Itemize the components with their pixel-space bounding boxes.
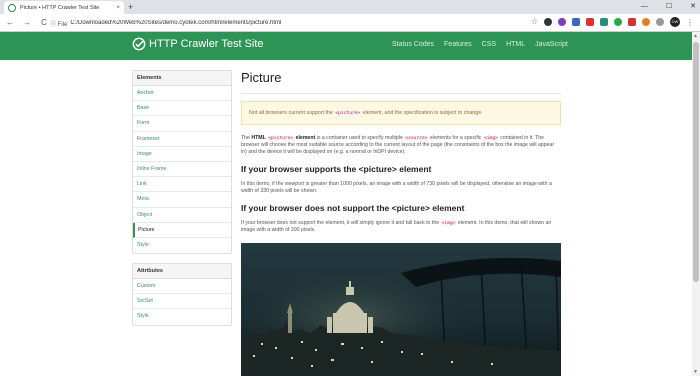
browser-tab[interactable]: Picture • HTTP Crawler Test Site × (4, 1, 124, 14)
extension-3-icon[interactable] (572, 18, 580, 26)
no-support-paragraph: If your browser does not support the ele… (241, 220, 561, 234)
extension-4-icon[interactable] (586, 18, 594, 26)
site-header: HTTP Crawler Test Site Status Codes Feat… (0, 32, 692, 60)
extension-icons: ☆ CW ⋮ (531, 17, 694, 27)
elements-heading: Elements (133, 71, 231, 86)
window-controls: — ☐ ✕ (641, 1, 696, 12)
alert-code: <picture> (334, 111, 362, 116)
intro-text-3: elements for a specific (428, 135, 483, 141)
sidebar-item-custom[interactable]: Custom (133, 279, 231, 295)
sidebar-item-inline-frame[interactable]: Inline Frame (133, 162, 231, 178)
maximize-icon[interactable]: ☐ (666, 1, 672, 12)
sidebar-item-image[interactable]: Image (133, 147, 231, 162)
nav-css[interactable]: CSS (482, 41, 496, 48)
sidebar-item-srcset[interactable]: SrcSet (133, 294, 231, 310)
warning-alert: Not all browsers current support the <pi… (241, 101, 561, 125)
supports-paragraph: In this demo, if the viewport is greater… (241, 180, 552, 194)
sidebar-item-base[interactable]: Base (133, 101, 231, 117)
scroll-down-icon[interactable]: ▼ (693, 369, 698, 375)
elements-panel: Elements Anchor Base Form Frameset Image… (132, 70, 232, 255)
address-bar[interactable]: ⓘ File C:/Downloaded%20Web%20Sites/demo.… (50, 16, 510, 30)
nav-features[interactable]: Features (444, 41, 472, 48)
nav-status-codes[interactable]: Status Codes (392, 41, 434, 48)
no-support-text-before: If your browser does not support the ele… (241, 220, 441, 227)
tab-title: Picture • HTTP Crawler Test Site (20, 4, 100, 11)
forward-icon[interactable]: → (20, 18, 34, 27)
browser-tab-strip: Picture • HTTP Crawler Test Site × + — ☐… (0, 0, 700, 14)
cityscape-photo (241, 243, 561, 376)
sidebar-item-meta[interactable]: Meta (133, 192, 231, 208)
sidebar-item-link[interactable]: Link (133, 177, 231, 193)
url-text[interactable]: C:/Downloaded%20Web%20Sites/demo.cyotek.… (70, 20, 281, 26)
intro-bold-element: element (295, 135, 316, 141)
extension-6-icon[interactable] (614, 18, 622, 26)
sidebar-item-frameset[interactable]: Frameset (133, 132, 231, 147)
picture-image (241, 243, 561, 376)
menu-icon[interactable]: ⋮ (686, 18, 694, 27)
sidebar-item-object[interactable]: Object (133, 208, 231, 223)
page-title: Picture (241, 70, 282, 85)
extension-9-icon[interactable] (656, 18, 664, 26)
intro-code-source: <source> (404, 136, 429, 141)
no-support-code: <img> (440, 221, 457, 227)
extension-8-icon[interactable] (642, 18, 650, 26)
back-icon[interactable]: ← (3, 18, 17, 27)
extension-1-icon[interactable] (544, 18, 552, 26)
title-divider (241, 93, 561, 94)
bookmark-star-icon[interactable]: ☆ (531, 18, 538, 26)
sidebar-item-picture[interactable]: Picture (133, 222, 231, 238)
nav-html[interactable]: HTML (506, 41, 525, 48)
site-favicon-icon (8, 3, 16, 12)
site-nav: Status Codes Features CSS HTML JavaScrip… (392, 41, 568, 48)
nav-javascript[interactable]: JavaScript (535, 41, 568, 48)
attributes-heading: Attributes (133, 264, 231, 280)
intro-code-picture: <picture> (267, 136, 295, 141)
intro-paragraph: The HTML <picture> element is a containe… (241, 135, 561, 157)
alert-text-after: element, and the specification is subjec… (361, 110, 483, 116)
sidebar: Elements Anchor Base Form Frameset Image… (132, 70, 232, 335)
sidebar-item-anchor[interactable]: Anchor (133, 86, 231, 102)
sidebar-item-style[interactable]: Style (133, 238, 231, 253)
intro-text-2: is a container used to specify multiple (315, 135, 405, 141)
heading-no-support: If your browser does not support the <pi… (241, 203, 465, 214)
browser-toolbar: ← → C ⓘ File C:/Downloaded%20Web%20Sites… (0, 14, 700, 32)
intro-bold-html: HTML (251, 135, 266, 141)
page-scrollbar[interactable]: ▲ ▼ (692, 32, 700, 376)
alert-text-before: Not all browsers current support the (249, 110, 335, 116)
file-label: ⓘ File (50, 21, 68, 28)
scrollbar-thumb[interactable] (693, 42, 699, 282)
extension-2-icon[interactable] (558, 18, 566, 26)
check-circle-icon (132, 37, 146, 51)
site-brand[interactable]: HTTP Crawler Test Site (132, 37, 264, 51)
minimize-icon[interactable]: — (641, 1, 648, 12)
reload-icon[interactable]: C (37, 18, 51, 27)
heading-supports: If your browser supports the <picture> e… (241, 163, 432, 174)
main-content: Picture Not all browsers current support… (241, 70, 561, 234)
extension-5-icon[interactable] (600, 18, 608, 26)
tab-close-icon[interactable]: × (116, 5, 120, 11)
brand-title: HTTP Crawler Test Site (149, 38, 264, 50)
scroll-up-icon[interactable]: ▲ (693, 33, 698, 39)
new-tab-button[interactable]: + (128, 2, 133, 12)
sidebar-item-style-attr[interactable]: Style (133, 309, 231, 324)
intro-code-img: <img> (482, 136, 499, 141)
sidebar-item-form[interactable]: Form (133, 116, 231, 132)
close-window-icon[interactable]: ✕ (690, 1, 696, 12)
intro-text-1: The (241, 135, 252, 141)
extension-7-icon[interactable] (628, 18, 636, 26)
profile-avatar[interactable]: CW (670, 17, 680, 27)
attributes-panel: Attributes Custom SrcSet Style (132, 263, 232, 326)
